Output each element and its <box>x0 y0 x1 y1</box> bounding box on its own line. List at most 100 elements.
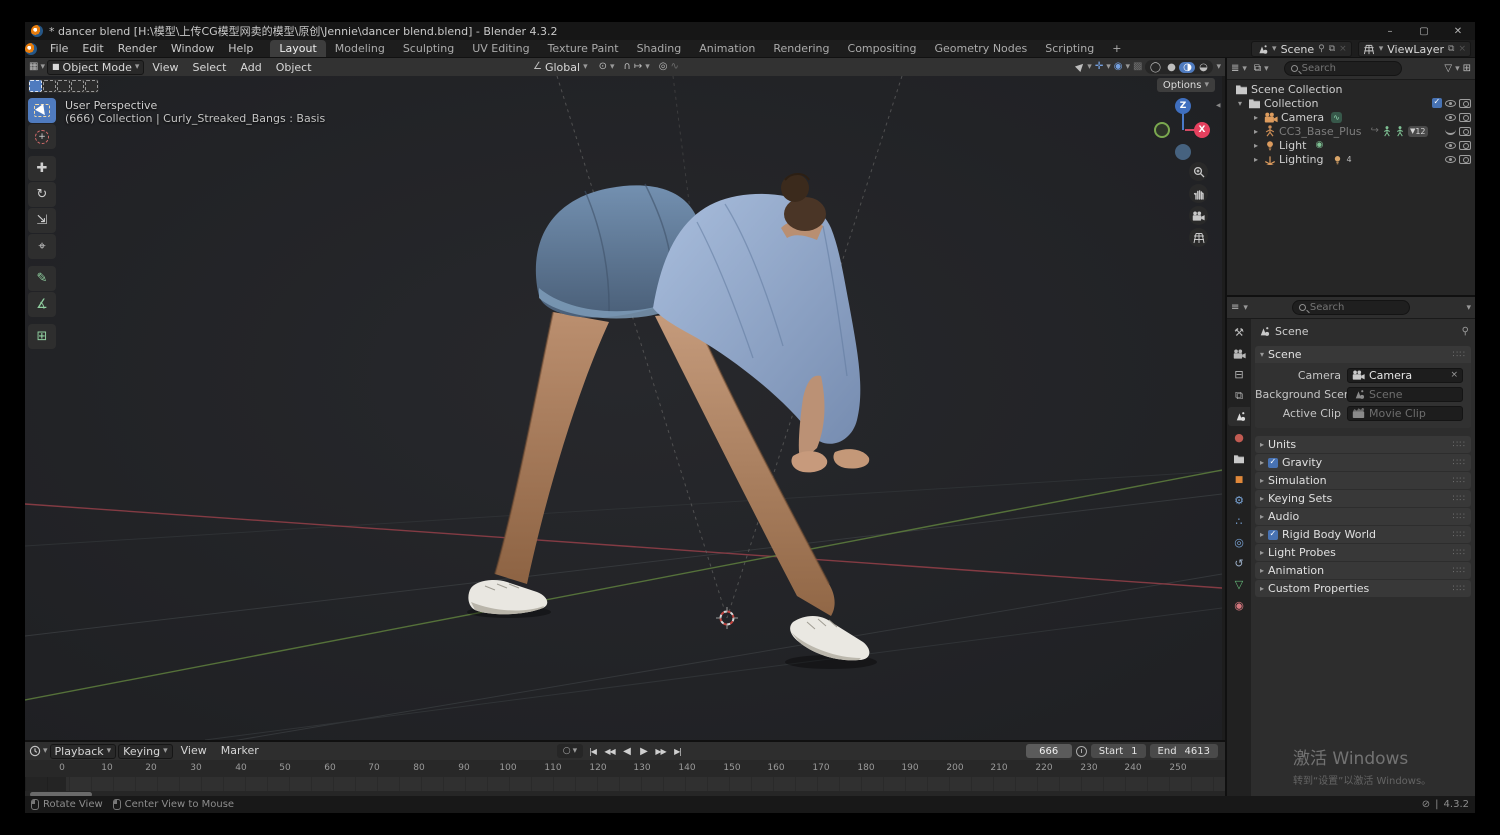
properties-search[interactable] <box>1291 300 1410 315</box>
panel-audio[interactable]: ▸ Audio ∷∷ <box>1255 508 1471 525</box>
filter-caret[interactable]: ▾ <box>1455 64 1460 74</box>
cc3-eye-toggle-hidden[interactable] <box>1445 128 1456 135</box>
panel-drag-dots[interactable]: ∷∷ <box>1453 476 1466 486</box>
pin-id-icon[interactable]: ⚲ <box>1462 326 1469 337</box>
properties-search-input[interactable] <box>1309 302 1390 313</box>
outliner-display-mode-icon[interactable]: ⧉ <box>1254 63 1261 74</box>
timeline-ruler[interactable]: 0 10 20 30 40 50 60 70 80 90 100 110 120… <box>25 760 1225 777</box>
overlays-toggle-icon[interactable]: ◉ <box>1114 62 1123 72</box>
frame-start-field[interactable]: Start 1 <box>1090 744 1146 758</box>
light-expand-icon[interactable]: ▸ <box>1251 141 1261 150</box>
pivot-icon[interactable]: ⊙ <box>599 62 607 72</box>
row-light[interactable]: ▸ Light ◉ <box>1227 138 1475 152</box>
timeline-tracks[interactable] <box>25 777 1225 791</box>
panel-drag-dots[interactable]: ∷∷ <box>1453 566 1466 576</box>
light-render-toggle[interactable] <box>1459 140 1471 150</box>
filter-icon[interactable]: ▽ <box>1444 63 1452 74</box>
pivot-caret[interactable]: ▾ <box>610 62 615 72</box>
tool-select-box[interactable] <box>28 98 56 123</box>
tab-particles-properties[interactable]: ∴ <box>1228 512 1250 531</box>
scene-dropdown-caret[interactable]: ▾ <box>1272 44 1277 54</box>
tab-rendering[interactable]: Rendering <box>764 40 838 57</box>
menu-playback[interactable]: Playback ▾ <box>49 743 117 759</box>
tool-move[interactable]: ✚ <box>28 156 56 181</box>
pin-icon[interactable]: ⚲ <box>1318 44 1325 54</box>
timeline-editor-icon[interactable] <box>29 745 41 757</box>
panel-drag-dots[interactable]: ∷∷ <box>1453 584 1466 594</box>
menu-add[interactable]: Add <box>234 61 267 74</box>
gravity-checkbox[interactable] <box>1268 457 1279 468</box>
tab-animation[interactable]: Animation <box>690 40 764 57</box>
collection-expand-icon[interactable]: ▾ <box>1235 99 1245 108</box>
outliner-search[interactable] <box>1283 61 1402 76</box>
tab-data-properties[interactable]: ▽ <box>1228 575 1250 594</box>
outliner-search-input[interactable] <box>1301 63 1382 74</box>
menu-marker[interactable]: Marker <box>215 744 265 759</box>
timeline-editor-caret[interactable]: ▾ <box>43 746 48 756</box>
snap-caret[interactable]: ▾ <box>645 62 650 72</box>
tab-object-properties[interactable]: ■ <box>1228 470 1250 489</box>
panel-drag-dots[interactable]: ∷∷ <box>1453 548 1466 558</box>
add-workspace-button[interactable]: + <box>1103 40 1130 57</box>
tab-tool-properties[interactable]: ⚒ <box>1228 323 1250 342</box>
background-scene-field[interactable]: Scene <box>1347 386 1463 402</box>
properties-editor-caret[interactable]: ▾ <box>1243 303 1248 313</box>
frame-end-field[interactable]: End 4613 <box>1149 744 1218 758</box>
select-subtract-button[interactable] <box>57 80 70 92</box>
tab-scene-properties[interactable] <box>1228 407 1250 426</box>
minimize-button[interactable]: – <box>1373 22 1407 40</box>
panel-drag-dots[interactable]: ∷∷ <box>1453 494 1466 504</box>
row-scene-collection[interactable]: Scene Collection <box>1227 82 1475 96</box>
menu-object[interactable]: Object <box>270 61 318 74</box>
tab-world-properties[interactable]: ● <box>1228 428 1250 447</box>
select-extend-button[interactable] <box>43 80 56 92</box>
viewlayer-dropdown-caret[interactable]: ▾ <box>1379 44 1384 54</box>
tab-collection-properties[interactable] <box>1228 449 1250 468</box>
options-button[interactable]: Options ▾ <box>1156 78 1215 92</box>
new-collection-icon[interactable]: ⊞ <box>1463 63 1471 74</box>
jump-to-start-button[interactable]: |◀ <box>585 744 600 758</box>
remove-viewlayer-icon[interactable]: × <box>1458 44 1466 54</box>
ortho-toggle-button[interactable] <box>1189 228 1208 247</box>
gizmos-caret[interactable]: ▾ <box>1106 62 1111 72</box>
tab-viewlayer-properties[interactable]: ⧉ <box>1228 386 1250 405</box>
play-reverse-button[interactable]: ◀ <box>619 744 634 758</box>
tab-modeling[interactable]: Modeling <box>326 40 394 57</box>
snap-magnet-icon[interactable]: ∩ <box>624 62 631 72</box>
camera-view-button[interactable] <box>1189 206 1208 225</box>
xray-toggle-icon[interactable]: ▩ <box>1133 62 1142 72</box>
selectability-caret[interactable]: ▾ <box>1087 62 1092 72</box>
tab-shading[interactable]: Shading <box>628 40 691 57</box>
zoom-view-button[interactable] <box>1189 162 1208 181</box>
panel-keying-sets[interactable]: ▸ Keying Sets ∷∷ <box>1255 490 1471 507</box>
panel-drag-dots[interactable]: ∷∷ <box>1453 440 1466 450</box>
menu-view[interactable]: View <box>146 61 184 74</box>
snap-target-icon[interactable]: ↦ <box>634 62 642 72</box>
camera-clear-icon[interactable]: × <box>1450 370 1458 380</box>
menu-edit[interactable]: Edit <box>75 40 110 57</box>
region-collapse-arrow[interactable]: ▸ <box>1216 100 1221 110</box>
use-preview-range-icon[interactable] <box>1075 745 1087 757</box>
gizmo-minus-axis[interactable] <box>1175 144 1191 160</box>
select-intersect-button[interactable] <box>85 80 98 92</box>
tool-cursor[interactable]: + <box>28 124 56 149</box>
tab-constraint-properties[interactable]: ↺ <box>1228 554 1250 573</box>
tool-annotate[interactable]: ✎ <box>28 266 56 291</box>
proportional-editing-icon[interactable]: ◎ <box>659 62 668 72</box>
row-lighting[interactable]: ▸ Lighting 4 <box>1227 152 1475 166</box>
next-keyframe-button[interactable]: ▶▶ <box>653 744 668 758</box>
row-camera[interactable]: ▸ Camera ∿ <box>1227 110 1475 124</box>
pan-view-button[interactable] <box>1189 184 1208 203</box>
tab-output-properties[interactable]: ⊟ <box>1228 365 1250 384</box>
row-cc3-base-plus[interactable]: ▸ CC3_Base_Plus ↪ ▼ 12 <box>1227 124 1475 138</box>
select-set-button[interactable] <box>29 80 42 92</box>
viewport-3d[interactable]: Options ▾ User Perspective (666) Collect… <box>25 76 1222 740</box>
panel-gravity[interactable]: ▸ Gravity ∷∷ <box>1255 454 1471 471</box>
cc3-render-toggle[interactable] <box>1459 126 1471 136</box>
panel-rigid-body-world[interactable]: ▸ Rigid Body World ∷∷ <box>1255 526 1471 543</box>
panel-light-probes[interactable]: ▸ Light Probes ∷∷ <box>1255 544 1471 561</box>
menu-select[interactable]: Select <box>186 61 232 74</box>
close-button[interactable]: ✕ <box>1441 22 1475 40</box>
copy-scene-icon[interactable]: ⧉ <box>1329 44 1335 54</box>
unlink-scene-icon[interactable]: × <box>1339 44 1347 54</box>
